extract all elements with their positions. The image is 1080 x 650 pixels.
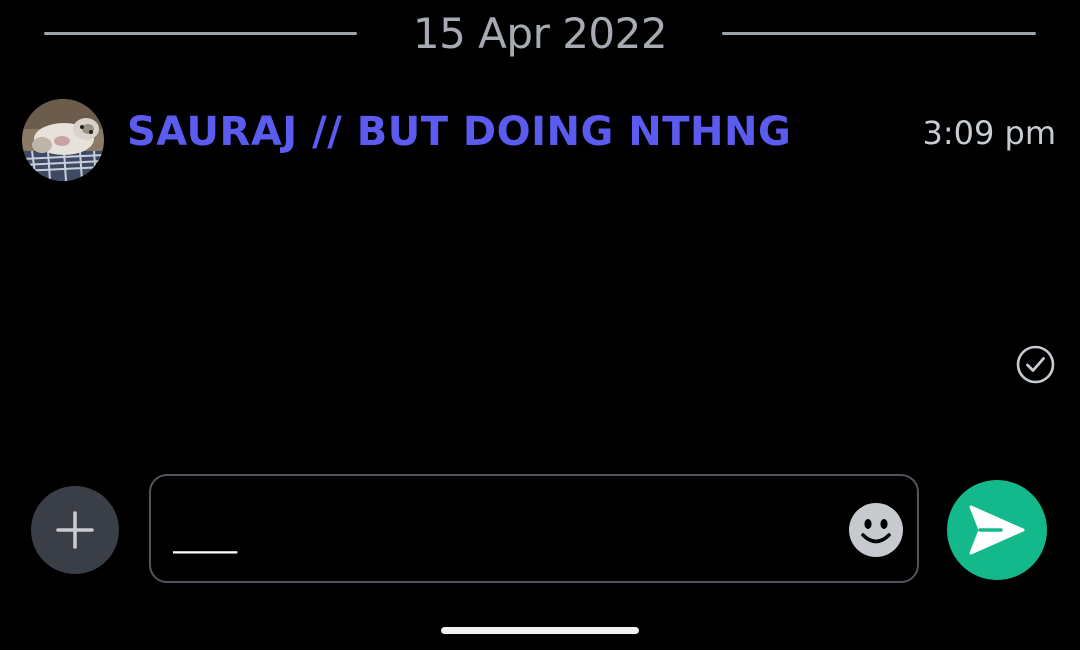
plus-icon (56, 511, 94, 549)
chat-screen: 15 Apr 2022 SAURAJ // BUT DOING NTHNG 3:… (0, 0, 1080, 650)
add-attachment-button[interactable] (31, 486, 119, 574)
avatar-image (22, 99, 104, 181)
divider-line-right (722, 32, 1036, 35)
avatar[interactable] (22, 99, 104, 181)
date-label: 15 Apr 2022 (412, 9, 668, 58)
message-input[interactable] (171, 512, 835, 558)
message-composer[interactable] (149, 474, 919, 583)
sender-name[interactable]: SAURAJ // BUT DOING NTHNG (127, 104, 791, 160)
date-divider: 15 Apr 2022 (44, 8, 1036, 60)
send-button[interactable] (947, 480, 1047, 580)
smiley-icon[interactable] (848, 502, 904, 558)
message-timestamp: 3:09 pm (922, 114, 1056, 152)
send-arrow-icon (969, 505, 1025, 555)
check-circle-icon (1015, 344, 1056, 385)
divider-line-left (44, 32, 357, 35)
home-indicator[interactable] (441, 627, 639, 634)
